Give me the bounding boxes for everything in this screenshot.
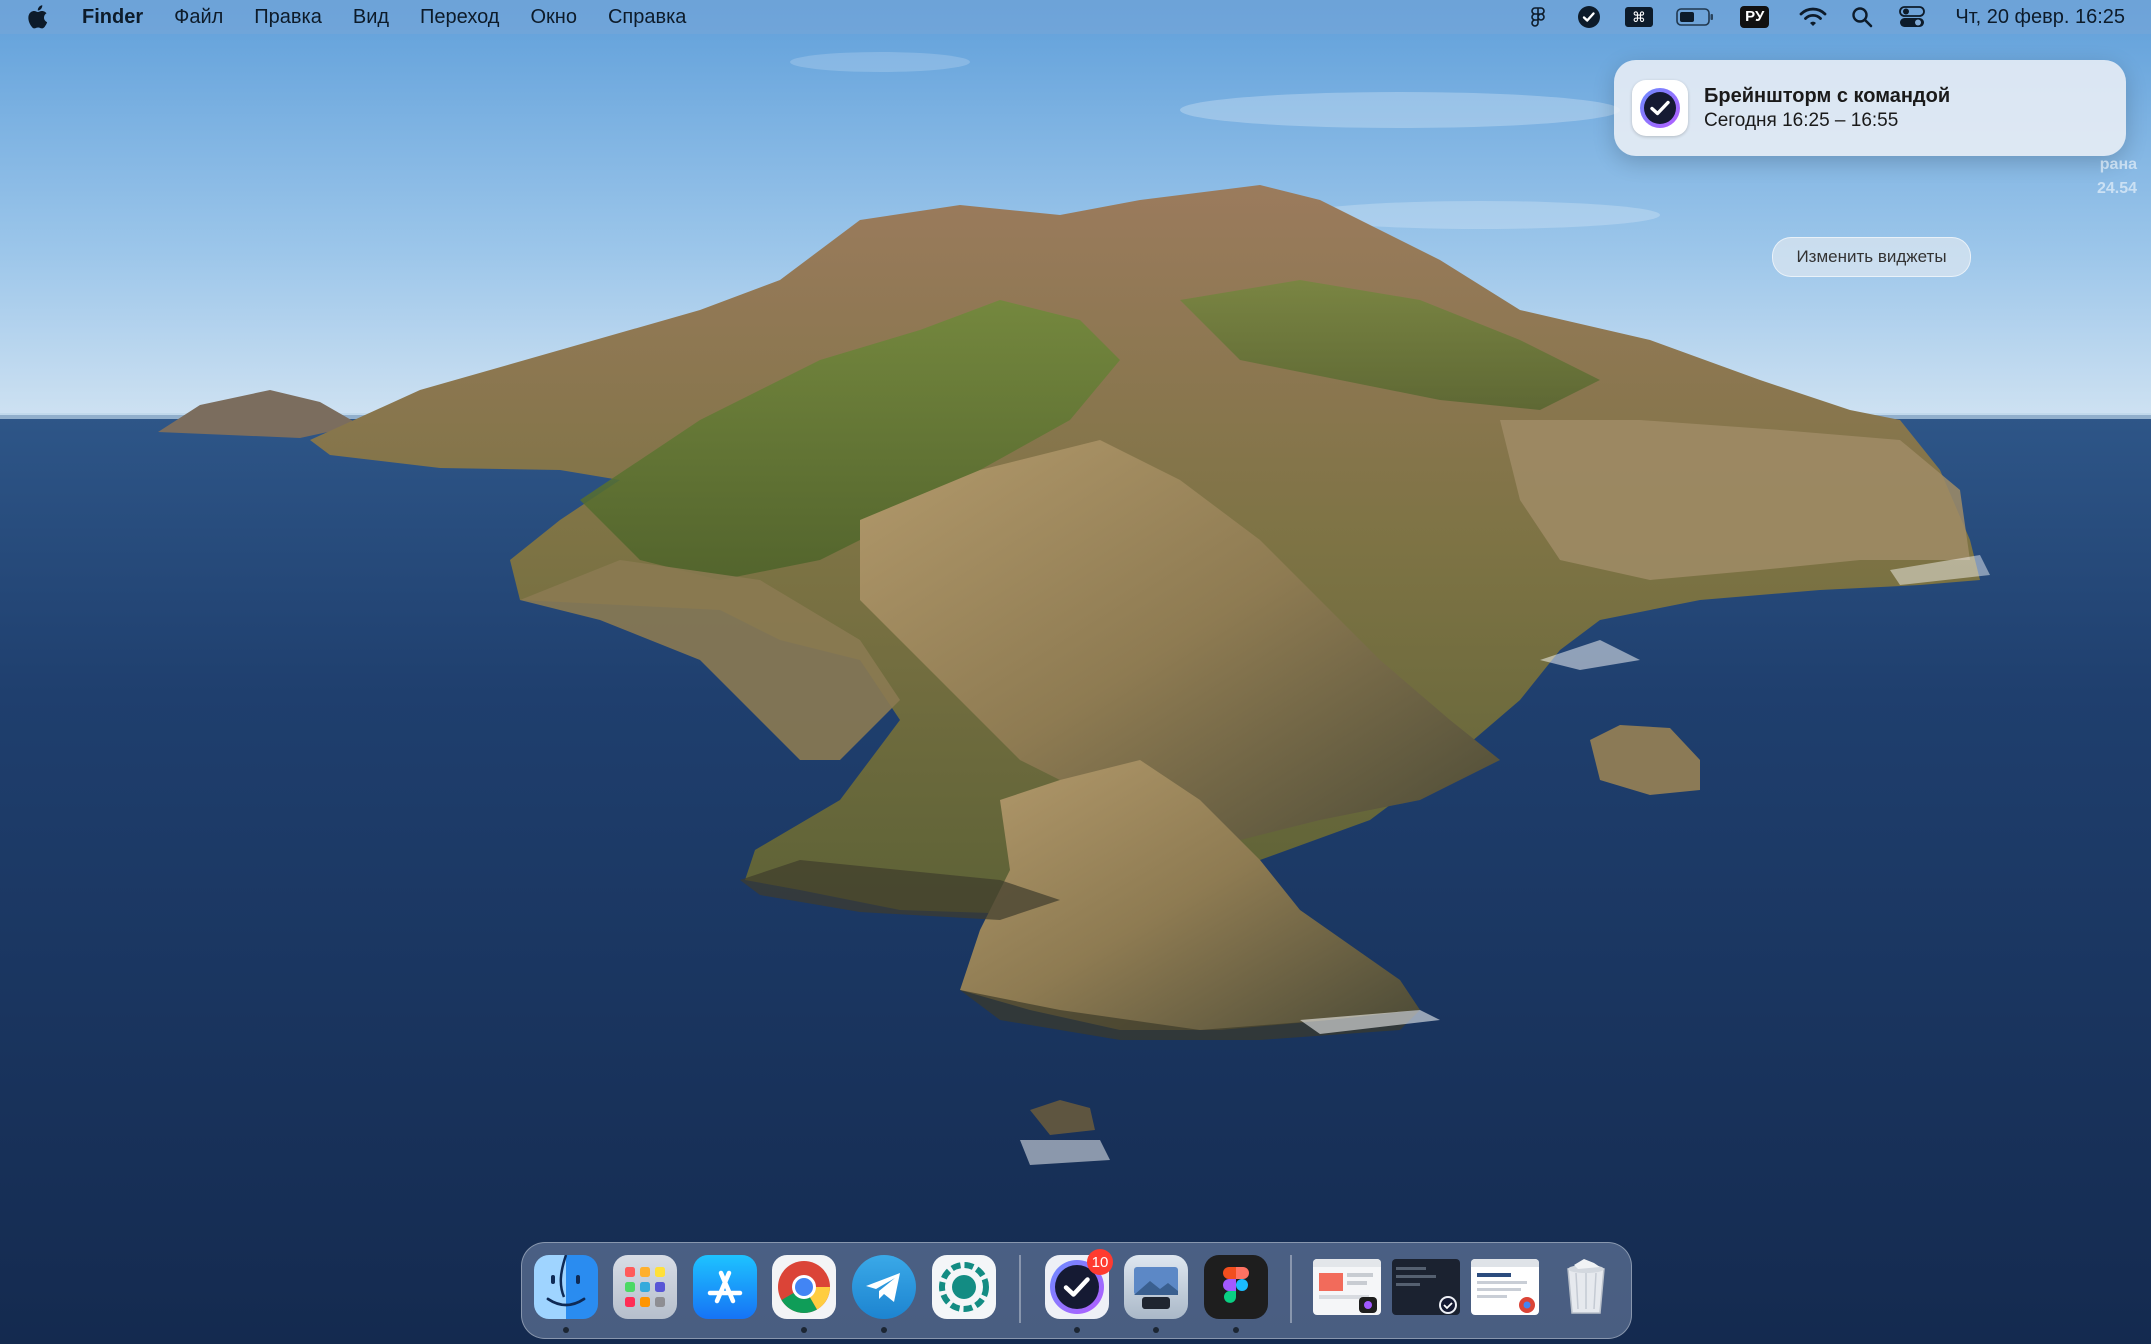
app-store-icon[interactable] [693,1255,757,1319]
menu-help[interactable]: Справка [608,6,686,29]
finder-icon[interactable] [534,1255,598,1319]
preview-running-dot [1153,1327,1159,1333]
tasks-badge: 10 [1087,1249,1113,1275]
screen-recorder-icon[interactable] [932,1255,996,1319]
dock-separator [1290,1255,1292,1323]
dock-separator [1019,1255,1021,1323]
input-language-icon[interactable]: РУ [1740,0,1770,34]
menu-go[interactable]: Переход [420,6,499,29]
chrome-window-thumbnail[interactable] [1471,1259,1539,1315]
launchpad-icon[interactable] [613,1255,677,1319]
figma-running-dot [1233,1327,1239,1333]
menu-app-name[interactable]: Finder [82,6,143,29]
battery-icon[interactable] [1676,0,1714,34]
menu-bar: Finder Файл Правка Вид Переход Окно Спра… [0,0,2151,34]
chrome-icon[interactable] [772,1255,836,1319]
widget-value-behind: 24.54 [2096,180,2137,197]
control-center-icon[interactable] [1899,0,1926,34]
trash-icon[interactable] [1554,1255,1618,1319]
figma-app-icon[interactable] [1204,1255,1268,1319]
figma-icon[interactable] [1526,0,1550,34]
telegram-running-dot [881,1327,887,1333]
svg-text:⌘: ⌘ [1632,10,1646,26]
menu-bar-clock[interactable]: Чт, 20 февр. 16:25 [1955,6,2125,29]
tasks-app-icon [1632,80,1688,136]
notification-time: Сегодня 16:25 – 16:55 [1704,109,1899,131]
language-label: РУ [1740,6,1770,28]
preview-icon[interactable] [1124,1255,1188,1319]
dock: 10 [521,1242,1632,1339]
apple-logo-icon[interactable] [26,4,48,30]
tasks-window-thumbnail[interactable] [1392,1259,1460,1315]
tasks-running-dot [1074,1327,1080,1333]
spotlight-search-icon[interactable] [1851,0,1873,34]
wifi-icon[interactable] [1799,0,1827,34]
widget-text-behind: рана [2099,156,2137,173]
desktop-wallpaper [0,0,2151,1344]
menu-window[interactable]: Окно [530,6,576,29]
chrome-running-dot [801,1327,807,1333]
edit-widgets-button[interactable]: Изменить виджеты [1772,237,1971,277]
keyboard-command-icon[interactable]: ⌘ [1624,0,1654,34]
telegram-icon[interactable] [852,1255,916,1319]
finder-running-dot [563,1327,569,1333]
menu-file[interactable]: Файл [174,6,223,29]
calendar-notification[interactable]: Брейншторм с командой Сегодня 16:25 – 16… [1614,60,2126,156]
menu-edit[interactable]: Правка [254,6,322,29]
figma-window-thumbnail[interactable] [1313,1259,1381,1315]
notification-title: Брейншторм с командой [1704,84,1951,107]
menu-view[interactable]: Вид [353,6,389,29]
task-check-icon[interactable] [1576,0,1602,34]
